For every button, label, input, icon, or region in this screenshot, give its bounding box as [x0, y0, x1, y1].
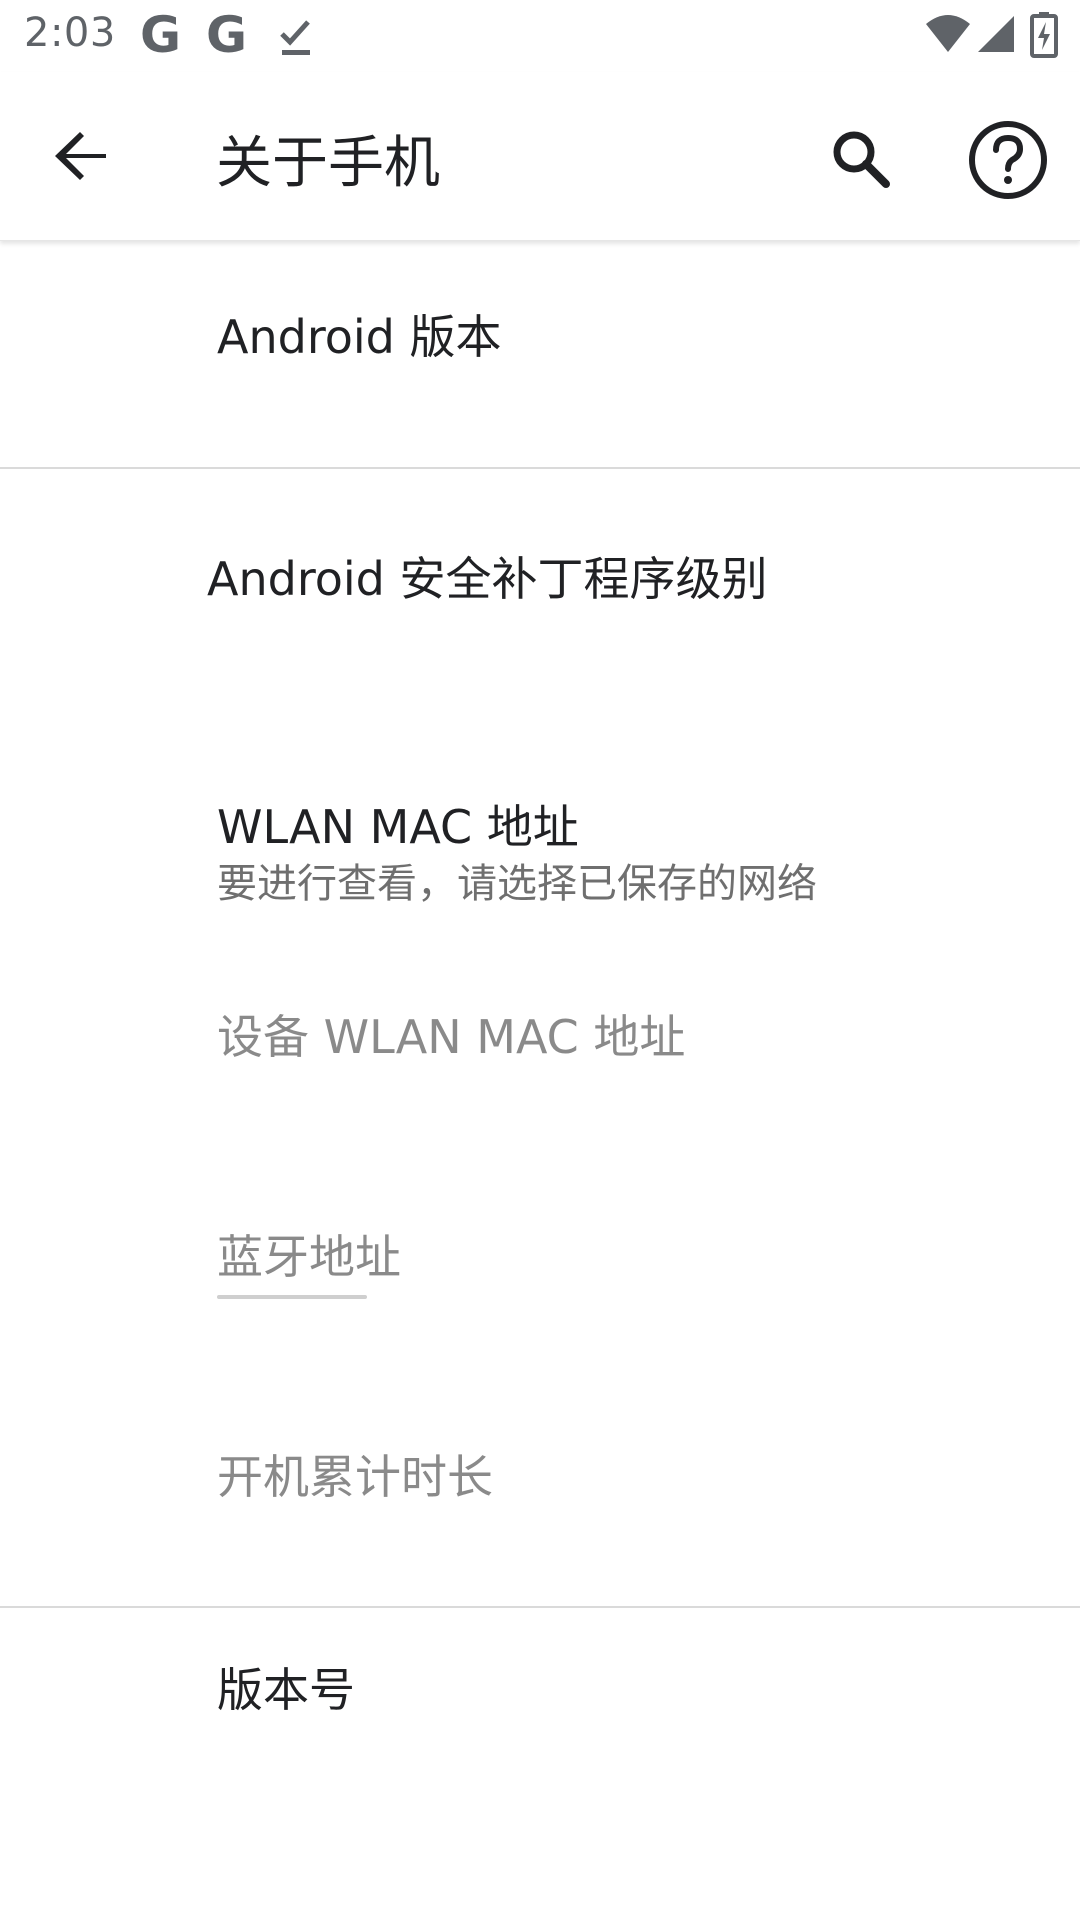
search-icon[interactable]: [820, 118, 904, 202]
wifi-icon: [926, 15, 970, 52]
page-title: 关于手机: [216, 131, 440, 196]
download-done-icon: [280, 20, 310, 55]
google-icon: G: [206, 6, 248, 64]
status-time: 2:03: [24, 10, 116, 56]
list-item-title: 设备 WLAN MAC 地址: [217, 1010, 686, 1064]
list-item-title: Android 版本: [217, 310, 502, 364]
battery-charging-icon: [1030, 12, 1058, 58]
list-item-device-wlan-mac: 设备 WLAN MAC 地址: [0, 981, 1080, 1181]
list-item-title: Android 安全补丁程序级别: [207, 552, 768, 606]
truncated-summary: [217, 1295, 367, 1299]
google-icon: G: [140, 6, 182, 64]
list-item-android-version[interactable]: Android 版本: [0, 241, 1080, 467]
app-bar: 关于手机: [0, 72, 1080, 241]
list-item-build-number[interactable]: 版本号: [0, 1608, 1080, 1808]
list-item-title: 版本号: [217, 1663, 355, 1717]
list-item-wlan-mac[interactable]: WLAN MAC 地址 要进行查看，请选择已保存的网络: [0, 771, 1080, 961]
cell-signal-icon: [978, 16, 1014, 52]
list-item-title: 开机累计时长: [217, 1450, 493, 1504]
list-item-title: WLAN MAC 地址: [217, 800, 579, 854]
back-arrow-icon[interactable]: [40, 114, 124, 198]
list-item-summary: 要进行查看，请选择已保存的网络: [217, 861, 817, 907]
list-item-security-patch-level[interactable]: Android 安全补丁程序级别: [0, 469, 1080, 699]
help-icon[interactable]: [964, 116, 1052, 204]
status-bar: 2:03 G G: [0, 0, 1080, 72]
list-item-title: 蓝牙地址: [217, 1230, 401, 1284]
list-item-uptime: 开机累计时长: [0, 1421, 1080, 1631]
list-item-bluetooth-address: 蓝牙地址: [0, 1201, 1080, 1401]
